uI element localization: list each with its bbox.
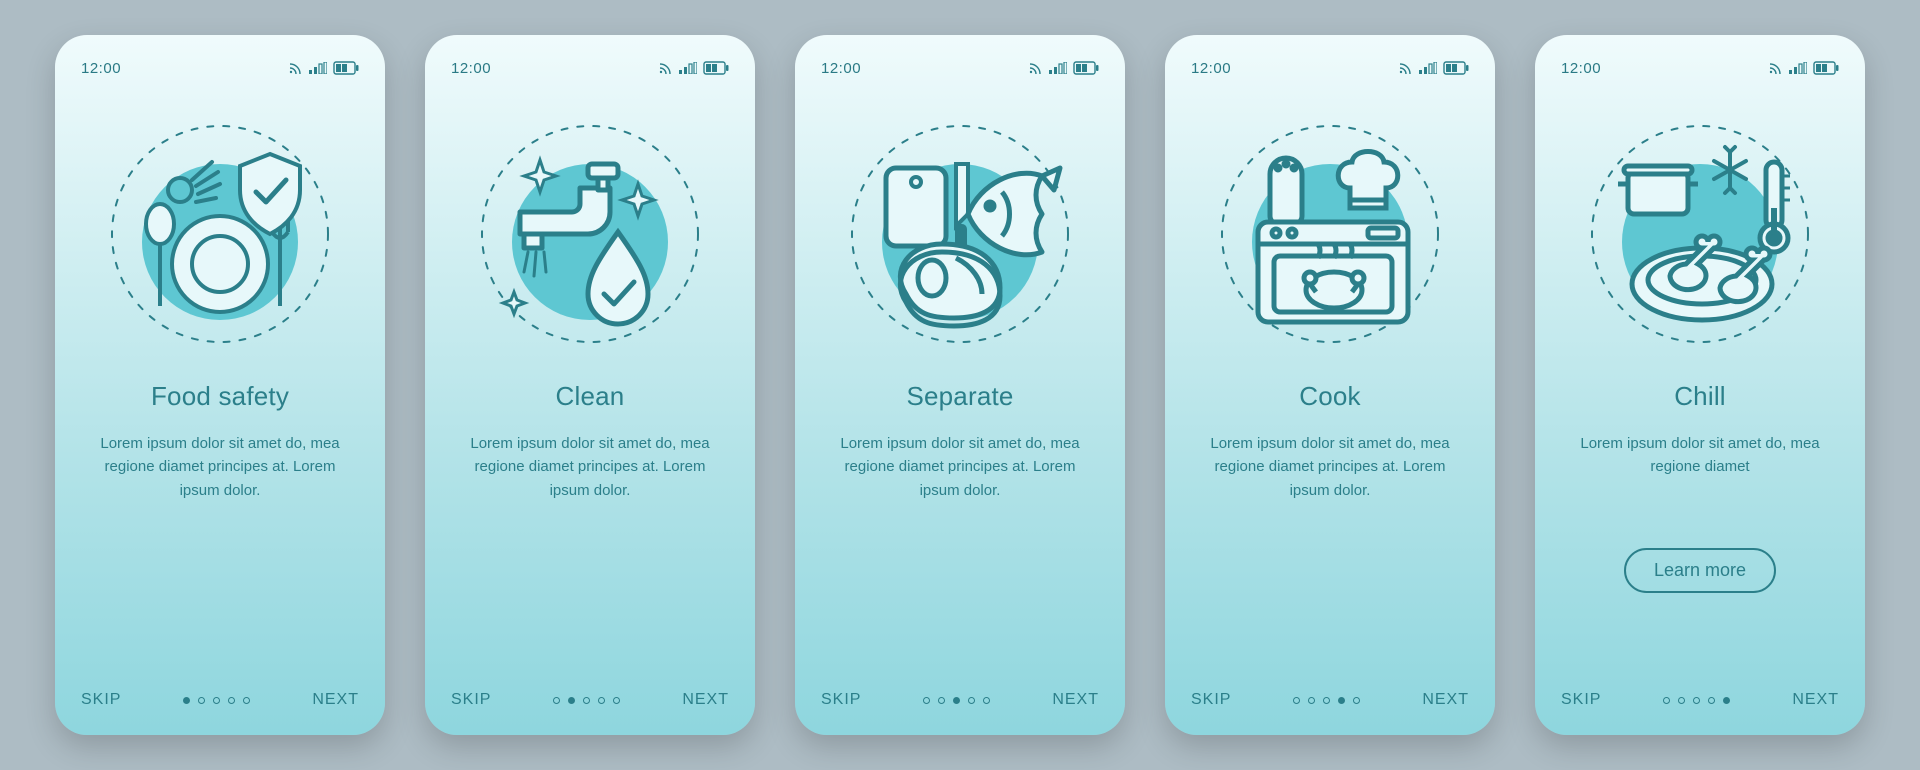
skip-button[interactable]: SKIP [451, 691, 491, 709]
page-dot[interactable] [613, 697, 620, 704]
signal-icon [309, 62, 327, 74]
nav-row: SKIP NEXT [821, 691, 1099, 709]
cook-icon [1191, 99, 1469, 369]
separate-icon [821, 99, 1099, 369]
next-button[interactable]: NEXT [1422, 691, 1469, 709]
page-dot-active[interactable] [953, 697, 960, 704]
battery-icon [333, 61, 359, 75]
screen-title: Separate [821, 381, 1099, 412]
page-dot[interactable] [553, 697, 560, 704]
status-bar: 12:00 [81, 57, 359, 79]
status-time: 12:00 [821, 60, 861, 77]
page-dot[interactable] [1708, 697, 1715, 704]
nav-row: SKIP NEXT [1191, 691, 1469, 709]
screen-title: Chill [1561, 381, 1839, 412]
chill-icon [1561, 99, 1839, 369]
network-icon [1769, 62, 1783, 74]
status-icons [1769, 61, 1839, 75]
page-dot-active[interactable] [1723, 697, 1730, 704]
network-icon [1029, 62, 1043, 74]
page-dot[interactable] [583, 697, 590, 704]
clean-icon [451, 99, 729, 369]
page-indicator [1293, 697, 1360, 704]
battery-icon [1813, 61, 1839, 75]
page-indicator [183, 697, 250, 704]
screen-title: Clean [451, 381, 729, 412]
page-indicator [923, 697, 990, 704]
page-dot[interactable] [198, 697, 205, 704]
page-dot[interactable] [983, 697, 990, 704]
status-time: 12:00 [81, 60, 121, 77]
onboarding-screen-clean: 12:00 [425, 35, 755, 735]
signal-icon [1049, 62, 1067, 74]
signal-icon [1419, 62, 1437, 74]
skip-button[interactable]: SKIP [821, 691, 861, 709]
status-bar: 12:00 [1561, 57, 1839, 79]
onboarding-screen-food-safety: 12:00 [55, 35, 385, 735]
skip-button[interactable]: SKIP [1191, 691, 1231, 709]
next-button[interactable]: NEXT [1792, 691, 1839, 709]
onboarding-screen-cook: 12:00 [1165, 35, 1495, 735]
screen-title: Cook [1191, 381, 1469, 412]
page-dot-active[interactable] [568, 697, 575, 704]
skip-button[interactable]: SKIP [1561, 691, 1601, 709]
nav-row: SKIP NEXT [451, 691, 729, 709]
page-dot[interactable] [923, 697, 930, 704]
next-button[interactable]: NEXT [312, 691, 359, 709]
screen-body: Lorem ipsum dolor sit amet do, mea regio… [1561, 432, 1839, 528]
page-dot[interactable] [1293, 697, 1300, 704]
page-dot[interactable] [243, 697, 250, 704]
page-dot[interactable] [1663, 697, 1670, 704]
page-dot[interactable] [1678, 697, 1685, 704]
page-indicator [553, 697, 620, 704]
nav-row: SKIP NEXT [81, 691, 359, 709]
onboarding-screen-separate: 12:00 [795, 35, 1125, 735]
battery-icon [703, 61, 729, 75]
battery-icon [1073, 61, 1099, 75]
status-bar: 12:00 [1191, 57, 1469, 79]
next-button[interactable]: NEXT [1052, 691, 1099, 709]
status-time: 12:00 [1561, 60, 1601, 77]
signal-icon [679, 62, 697, 74]
page-dot-active[interactable] [1338, 697, 1345, 704]
page-dot[interactable] [213, 697, 220, 704]
skip-button[interactable]: SKIP [81, 691, 121, 709]
status-icons [659, 61, 729, 75]
onboarding-screen-chill: 12:00 [1535, 35, 1865, 735]
network-icon [289, 62, 303, 74]
page-indicator [1663, 697, 1730, 704]
learn-more-button[interactable]: Learn more [1624, 548, 1776, 593]
page-dot[interactable] [1308, 697, 1315, 704]
screen-body: Lorem ipsum dolor sit amet do, mea regio… [821, 432, 1099, 528]
page-dot-active[interactable] [183, 697, 190, 704]
page-dot[interactable] [598, 697, 605, 704]
status-time: 12:00 [1191, 60, 1231, 77]
battery-icon [1443, 61, 1469, 75]
screen-title: Food safety [81, 381, 359, 412]
page-dot[interactable] [228, 697, 235, 704]
page-dot[interactable] [1323, 697, 1330, 704]
page-dot[interactable] [968, 697, 975, 704]
nav-row: SKIP NEXT [1561, 691, 1839, 709]
status-icons [1029, 61, 1099, 75]
page-dot[interactable] [1353, 697, 1360, 704]
status-icons [1399, 61, 1469, 75]
status-bar: 12:00 [451, 57, 729, 79]
food-safety-icon [81, 99, 359, 369]
screen-body: Lorem ipsum dolor sit amet do, mea regio… [451, 432, 729, 528]
next-button[interactable]: NEXT [682, 691, 729, 709]
status-time: 12:00 [451, 60, 491, 77]
screen-body: Lorem ipsum dolor sit amet do, mea regio… [1191, 432, 1469, 528]
status-icons [289, 61, 359, 75]
page-dot[interactable] [938, 697, 945, 704]
page-dot[interactable] [1693, 697, 1700, 704]
status-bar: 12:00 [821, 57, 1099, 79]
signal-icon [1789, 62, 1807, 74]
network-icon [659, 62, 673, 74]
screen-body: Lorem ipsum dolor sit amet do, mea regio… [81, 432, 359, 528]
network-icon [1399, 62, 1413, 74]
